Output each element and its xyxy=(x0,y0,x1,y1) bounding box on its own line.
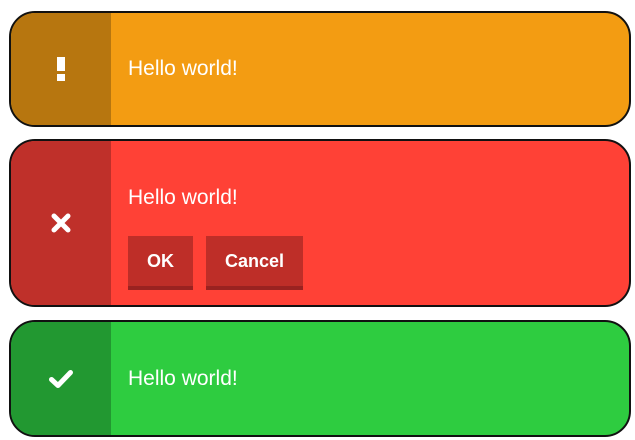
error-icon-panel xyxy=(11,141,111,305)
error-message: Hello world! xyxy=(128,186,238,209)
check-icon xyxy=(49,369,73,389)
error-notification: Hello world! OK Cancel xyxy=(9,139,631,307)
exclamation-icon xyxy=(56,57,66,81)
success-notification: Hello world! xyxy=(9,320,631,437)
cancel-button[interactable]: Cancel xyxy=(206,236,304,290)
warning-notification: Hello world! xyxy=(9,11,631,127)
success-icon-panel xyxy=(11,322,111,435)
success-message: Hello world! xyxy=(128,366,238,390)
notification-stack: Hello world! Hello world! OK Cancel Hell… xyxy=(0,0,635,440)
error-actions: OK Cancel xyxy=(128,236,629,290)
times-icon xyxy=(51,213,71,233)
warning-message: Hello world! xyxy=(128,57,238,80)
error-body: Hello world! OK Cancel xyxy=(111,141,629,305)
warning-body: Hello world! xyxy=(111,13,629,125)
warning-icon-panel xyxy=(11,13,111,125)
ok-button[interactable]: OK xyxy=(128,236,193,290)
success-body: Hello world! xyxy=(111,322,629,435)
